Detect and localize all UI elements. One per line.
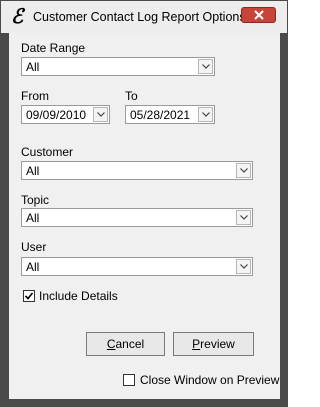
date-range-label: Date Range [21, 41, 86, 55]
close-on-preview-label[interactable]: Close Window on Preview [140, 373, 279, 387]
checkmark-icon [25, 292, 33, 300]
customer-value: All [26, 164, 40, 178]
user-dropdown-button[interactable] [236, 259, 251, 274]
window-title: Customer Contact Log Report Options [33, 10, 246, 24]
user-value: All [26, 260, 40, 274]
preview-button[interactable]: Preview [173, 332, 254, 356]
customer-label: Customer [21, 145, 74, 159]
chevron-down-icon [202, 112, 210, 117]
to-date-picker[interactable]: 05/28/2021 [125, 105, 215, 124]
include-details-label[interactable]: Include Details [39, 289, 118, 303]
to-label: To [125, 89, 138, 103]
topic-label: Topic [21, 193, 50, 207]
chevron-down-icon [240, 264, 248, 269]
to-date-dropdown-button[interactable] [198, 107, 213, 122]
chevron-down-icon [202, 64, 210, 69]
chevron-down-icon [240, 168, 248, 173]
close-window-button[interactable] [241, 7, 276, 23]
preview-label: review [200, 337, 235, 351]
from-label: From [21, 89, 49, 103]
from-date-dropdown-button[interactable] [93, 107, 108, 122]
topic-value: All [26, 211, 40, 225]
to-date-value[interactable]: 05/28/2021 [130, 108, 190, 122]
app-logo-icon: ℰ [11, 6, 24, 28]
report-options-window: ℰ Customer Contact Log Report Options Da… [0, 0, 288, 407]
date-range-value: All [26, 60, 40, 74]
include-details-checkbox[interactable] [23, 290, 35, 302]
chevron-down-icon [97, 112, 105, 117]
customer-dropdown-button[interactable] [236, 163, 251, 178]
close-icon [254, 10, 264, 20]
date-range-select[interactable]: All [21, 57, 215, 76]
title-bar[interactable]: ℰ Customer Contact Log Report Options [1, 1, 287, 33]
user-select[interactable]: All [21, 257, 253, 276]
from-date-value[interactable]: 09/09/2010 [26, 108, 86, 122]
topic-dropdown-button[interactable] [236, 210, 251, 225]
customer-select[interactable]: All [21, 161, 253, 180]
date-range-dropdown-button[interactable] [198, 59, 213, 74]
chevron-down-icon [240, 215, 248, 220]
preview-mnemonic: P [192, 337, 201, 351]
from-date-picker[interactable]: 09/09/2010 [21, 105, 110, 124]
cancel-button[interactable]: Cancel [86, 332, 165, 356]
close-on-preview-checkbox[interactable] [123, 374, 135, 386]
topic-select[interactable]: All [21, 208, 253, 227]
cancel-label: ancel [115, 337, 145, 351]
user-label: User [21, 240, 47, 254]
dialog-body: Date Range All From 09/09/2010 To 05/28/… [9, 33, 280, 399]
